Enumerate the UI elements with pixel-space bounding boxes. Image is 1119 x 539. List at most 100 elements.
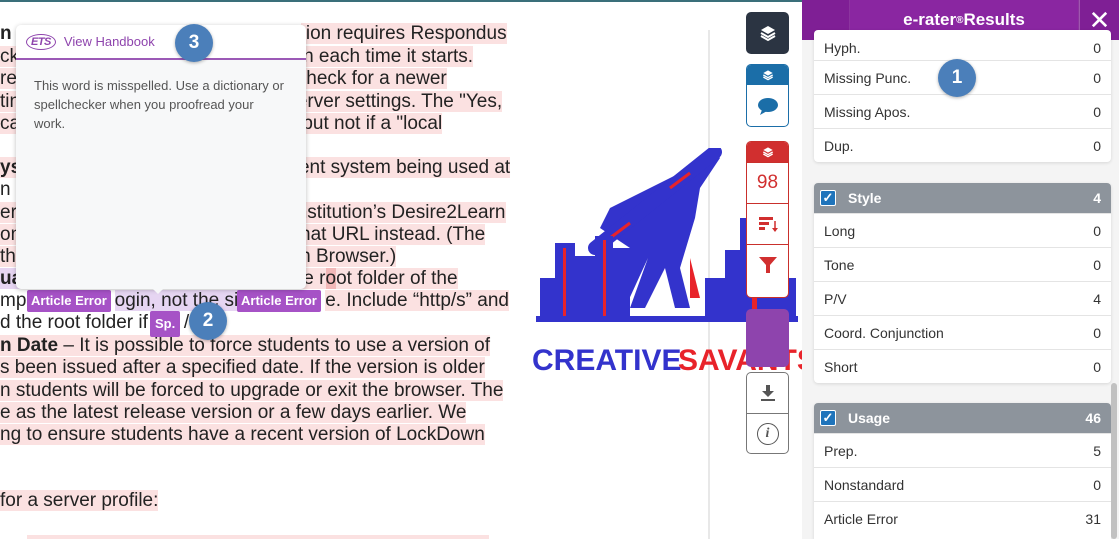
doc-line: s been issued after a specified date. If…	[0, 357, 485, 379]
panel-title-suffix: Results	[963, 10, 1025, 29]
feedback-tooltip: ETS View Handbook This word is misspelle…	[16, 25, 306, 289]
row-count: 0	[1093, 256, 1101, 273]
doc-text: r institution’s Desire2Learn	[280, 202, 506, 223]
doc-text: k, but not if a "local	[282, 113, 443, 134]
step-marker-1: 1	[938, 59, 976, 97]
doc-text: tion each time it starts.	[283, 46, 474, 67]
doc-text: ment system being used at	[283, 157, 511, 178]
info-button[interactable]: i	[747, 413, 788, 453]
doc-text: e as the latest release version or a few…	[0, 402, 467, 423]
step-marker-2: 2	[189, 302, 227, 340]
tooltip-header: ETS View Handbook	[16, 25, 306, 60]
row-count: 0	[1093, 324, 1101, 341]
doc-text: th	[0, 246, 16, 267]
comments-group	[746, 64, 789, 127]
row-label: Long	[824, 222, 856, 239]
score-value[interactable]: 98	[747, 162, 788, 203]
row-count: 0	[1093, 137, 1101, 154]
article-error-badge[interactable]: Article Error	[237, 290, 321, 312]
view-handbook-link[interactable]: View Handbook	[64, 34, 155, 49]
info-icon: i	[756, 422, 779, 445]
layers-icon	[762, 147, 773, 158]
doc-text: server settings. The "Yes,	[282, 91, 503, 112]
download-button[interactable]	[747, 373, 788, 413]
category-header-style[interactable]: ✓ Style 4	[814, 183, 1111, 213]
doc-text: n	[0, 179, 11, 200]
row-count: 0	[1093, 358, 1101, 375]
doc-text: er	[0, 202, 17, 223]
panel-scrollbar[interactable]	[1111, 383, 1117, 539]
usage-card: ✓ Usage 46 Prep. 5 Nonstandard 0 Article Er…	[814, 403, 1111, 539]
row-label: Hyph.	[824, 40, 861, 56]
doc-text: ot folder of the	[336, 268, 458, 289]
row-count: 0	[1093, 476, 1101, 493]
result-row[interactable]: Hyph. 0	[814, 30, 1111, 60]
style-card: ✓ Style 4 Long 0 Tone 0 P/V 4 Coord. Conjunc…	[814, 183, 1111, 383]
layers-button[interactable]	[746, 12, 789, 54]
registered-mark: ®	[956, 14, 964, 26]
speech-bubble-icon	[757, 97, 778, 115]
result-row[interactable]: Article Error 31	[814, 501, 1111, 535]
category-label: Usage	[848, 410, 891, 426]
doc-text: d the root folder if	[0, 312, 148, 333]
doc-text: for a server profile:	[0, 490, 159, 511]
filter-icon	[758, 257, 777, 273]
layers-icon	[762, 70, 773, 81]
result-row[interactable]: Prep. 5	[814, 433, 1111, 467]
sort-icon	[758, 217, 778, 232]
doc-line: n	[0, 179, 11, 201]
filter-button[interactable]	[747, 244, 788, 285]
spelling-highlight[interactable]: o	[325, 268, 337, 289]
result-row[interactable]: Missing Apos. 0	[814, 94, 1111, 128]
row-label: Missing Punc.	[824, 69, 912, 86]
row-count: 0	[1093, 40, 1101, 56]
doc-text: n	[0, 23, 12, 44]
row-label: Article Error	[824, 510, 898, 527]
category-count: 4	[1093, 190, 1101, 206]
comments-layer-toggle[interactable]	[747, 65, 788, 85]
result-row[interactable]: Coord. Conjunction 0	[814, 315, 1111, 349]
category-label: Style	[848, 190, 882, 206]
doc-next-line-highlight	[27, 535, 489, 539]
style-checkbox[interactable]: ✓	[820, 190, 836, 206]
etool-group: 98	[746, 141, 789, 298]
etool-layer-toggle[interactable]	[747, 142, 788, 162]
utility-group: i	[746, 372, 789, 454]
row-count: 4	[1093, 290, 1101, 307]
result-row[interactable]: Short 0	[814, 349, 1111, 383]
row-count: 31	[1085, 510, 1101, 527]
row-label: Dup.	[824, 137, 854, 154]
doc-text: – It is possible to force students to us…	[58, 335, 491, 356]
doc-text: re	[0, 68, 17, 89]
panel-title-text: e-rater	[903, 10, 957, 29]
logo-word-creative: CREATIVE	[532, 344, 681, 376]
row-label: Coord. Conjunction	[824, 324, 944, 341]
download-icon	[760, 385, 775, 401]
article-error-badge[interactable]: Article Error	[27, 290, 111, 312]
doc-line: n students will be forced to upgrade or …	[0, 380, 504, 402]
tooltip-arrow	[150, 286, 166, 294]
result-row[interactable]: P/V 4	[814, 281, 1111, 315]
doc-text: n students will be forced to upgrade or …	[0, 380, 504, 401]
usage-checkbox[interactable]: ✓	[820, 410, 836, 426]
category-header-usage[interactable]: ✓ Usage 46	[814, 403, 1111, 433]
row-count: 0	[1093, 69, 1101, 86]
doc-text: ng to ensure students have a recent vers…	[0, 424, 485, 445]
result-row[interactable]: Nonstandard 0	[814, 467, 1111, 501]
comments-button[interactable]	[747, 85, 788, 126]
result-row[interactable]: Tone 0	[814, 247, 1111, 281]
doc-line: for a server profile:	[0, 490, 159, 512]
result-row[interactable]: Long 0	[814, 213, 1111, 247]
row-label: Nonstandard	[824, 476, 905, 493]
spelling-badge[interactable]: Sp.	[150, 311, 181, 337]
category-count: 46	[1085, 410, 1101, 426]
row-count: 0	[1093, 222, 1101, 239]
doc-text: r that URL instead. (The	[283, 224, 486, 245]
sort-button[interactable]	[747, 203, 788, 244]
row-label: P/V	[824, 290, 847, 307]
doc-text: e. Include “http/s” and	[325, 290, 509, 311]
app-root: n tion requires Respondus ck tion each tim…	[0, 0, 1119, 539]
result-row[interactable]: Dup. 0	[814, 128, 1111, 162]
purple-tool-button[interactable]	[746, 309, 789, 367]
step-marker-3: 3	[175, 24, 213, 62]
